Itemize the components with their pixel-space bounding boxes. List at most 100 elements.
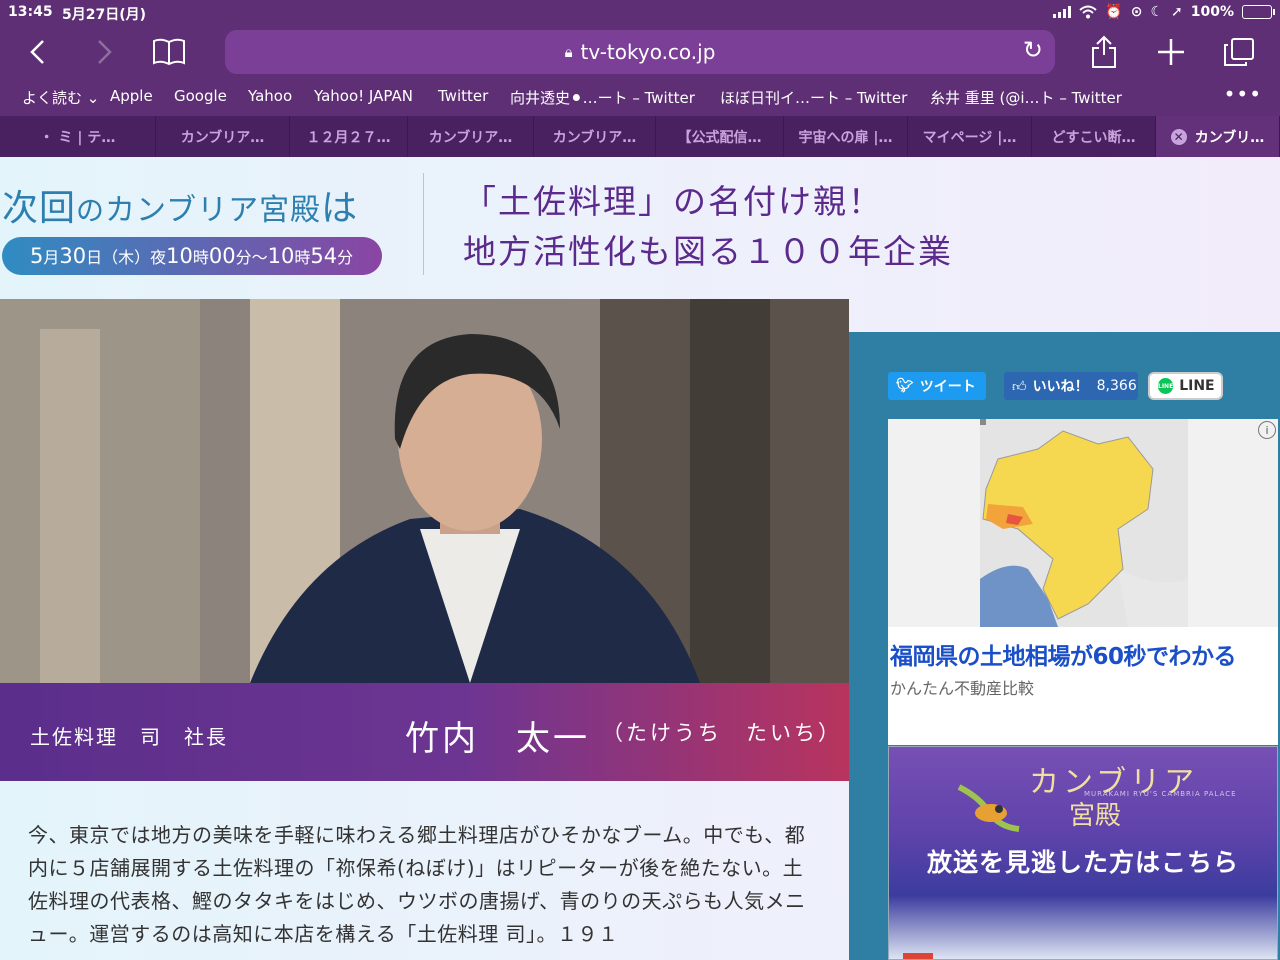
facebook-like-button[interactable]: 👍︎ いいね！ 8,366	[1004, 372, 1138, 400]
air-start-min: 00	[208, 244, 236, 268]
next-suffix: は	[321, 188, 359, 229]
battery-icon	[1242, 5, 1275, 19]
tab-label: マイページ |…	[922, 129, 1017, 146]
next-broadcast-title: 次回のカンブリア宮殿は	[2, 179, 358, 231]
new-tab-icon[interactable]	[1149, 30, 1193, 74]
bookmark-google[interactable]: Google	[174, 87, 227, 105]
fukuoka-map-illustration	[980, 419, 1188, 627]
tab-3[interactable]: １２月２７…	[290, 116, 408, 157]
air-day: 30	[59, 244, 87, 268]
tab-2[interactable]: カンブリア…	[156, 116, 290, 157]
status-date: 5月27日(月)	[62, 7, 147, 23]
air-weekday: （木）夜	[102, 248, 167, 267]
bookmark-twitter[interactable]: Twitter	[438, 87, 488, 105]
air-day-unit: 日	[86, 248, 103, 267]
guest-name: 竹内 太一	[405, 719, 590, 759]
tab-6[interactable]: 【公式配信…	[656, 116, 784, 157]
article-body: 今、東京では地方の美味を手軽に味わえる郷土料理店がひそかなブーム。中でも、都内に…	[28, 823, 806, 946]
tab-9[interactable]: どすこい断…	[1032, 116, 1156, 157]
header-divider	[423, 173, 424, 275]
ad-map-image	[888, 419, 1278, 627]
show-name: カンブリア宮殿	[105, 193, 322, 228]
tab-label: カンブリ…	[1194, 129, 1265, 146]
thumbs-up-icon: 👍︎	[1012, 378, 1027, 395]
address-text: tv-tokyo.co.jp	[580, 40, 716, 64]
bookmark-yahoo-japan[interactable]: Yahoo! JAPAN	[314, 87, 413, 105]
tweet-button[interactable]: 🐦︎ ツイート	[888, 372, 986, 400]
air-to: 分〜	[235, 248, 268, 267]
cambria-creature-icon	[957, 784, 1020, 832]
ad-info-icon[interactable]: i	[1258, 421, 1276, 439]
guest-caption: 土佐料理 司 社長 竹内 太一 （たけうち たいち）	[0, 683, 849, 781]
advertisement[interactable]: i 福岡県の土地相場が60秒でわかる かんたん不動産比較	[888, 419, 1278, 745]
ad-title-link[interactable]: 福岡県の土地相場が60秒でわかる	[890, 637, 1237, 671]
tab-label: 宇宙への扉 |…	[798, 129, 893, 146]
tabs-icon[interactable]	[1217, 30, 1261, 74]
bookmark-mukai-twitter[interactable]: 向井透史⚫︎…ート – Twitter	[510, 87, 695, 108]
ad-subtitle: かんたん不動産比較	[890, 679, 1035, 698]
air-month-unit: 月	[43, 248, 60, 267]
battery-percent: 100%	[1190, 4, 1234, 20]
browser-toolbar: 🔒︎ tv-tokyo.co.jp ↻	[0, 26, 1280, 80]
like-count: 8,366	[1096, 378, 1137, 394]
tab-label: 【公式配信…	[677, 129, 762, 146]
status-right: ⏰ ⊙ ☾ ➚ 100%	[1053, 4, 1275, 20]
line-icon: LINE	[1158, 378, 1174, 394]
banner-message: 放送を見逃した方はこちら	[927, 848, 1240, 877]
banner-logo-bottom: 宮殿	[1069, 801, 1122, 831]
line-label: LINE	[1179, 378, 1215, 394]
tab-active[interactable]: ✕ カンブリ…	[1156, 116, 1280, 157]
tab-label: カンブリア…	[552, 129, 637, 146]
airtime-badge: 5 月 30 日（木）夜 10 時 00 分〜 10 時 54 分	[2, 237, 382, 275]
tab-5[interactable]: カンブリア…	[534, 116, 656, 157]
missed-broadcast-banner[interactable]: カンブリア MURAKAMI RYU'S CAMBRIA PALACE 宮殿 放…	[888, 746, 1278, 960]
do-not-disturb-icon: ☾	[1150, 4, 1163, 20]
bookmark-itoi-twitter[interactable]: 糸井 重里 (@i…ト – Twitter	[930, 87, 1122, 108]
bookmark-apple[interactable]: Apple	[110, 87, 153, 105]
air-end-hour: 10	[267, 244, 295, 268]
guest-role: 土佐料理 司 社長	[30, 725, 228, 749]
tab-label: カンブリア…	[428, 129, 513, 146]
forward-icon[interactable]	[82, 30, 126, 74]
back-icon[interactable]	[16, 30, 60, 74]
share-icon[interactable]	[1082, 30, 1126, 74]
tab-label: １２月２７…	[306, 129, 391, 146]
bookmark-frequently-read[interactable]: よく読む ⌄	[22, 87, 99, 108]
cellular-signal-icon	[1053, 6, 1072, 18]
tab-bar: ・ ミ | テ… カンブリア… １２月２７… カンブリア… カンブリア… 【公式…	[0, 116, 1280, 157]
next-mid: の	[76, 194, 106, 227]
tab-4[interactable]: カンブリア…	[408, 116, 534, 157]
line-share-button[interactable]: LINE LINE	[1148, 372, 1223, 400]
guest-name-reading: （たけうち たいち）	[602, 721, 842, 745]
air-hour-unit: 時	[294, 248, 311, 267]
tab-1[interactable]: ・ ミ | テ…	[0, 116, 156, 157]
tab-7[interactable]: 宇宙への扉 |…	[784, 116, 908, 157]
air-start-hour: 10	[166, 244, 193, 268]
air-end-min: 54	[310, 244, 338, 268]
close-tab-icon[interactable]: ✕	[1170, 128, 1187, 145]
sidebar: 🐦︎ ツイート 👍︎ いいね！ 8,366 LINE LINE i 福岡県の土地…	[849, 332, 1280, 960]
browser-chrome: 13:45 5月27日(月) ⏰ ⊙ ☾ ➚ 100% 🔒︎ tv-tokyo.…	[0, 0, 1280, 157]
more-icon[interactable]: •••	[1224, 82, 1262, 106]
tab-8[interactable]: マイページ |…	[908, 116, 1032, 157]
bookmark-yahoo[interactable]: Yahoo	[248, 87, 292, 105]
headline-line-2: 地方活性化も図る１００年企業	[463, 232, 953, 271]
tab-label: どすこい断…	[1051, 129, 1136, 146]
bookmark-hobonichi-twitter[interactable]: ほぼ日刊イ…ート – Twitter	[720, 87, 907, 108]
status-bar: 13:45 5月27日(月) ⏰ ⊙ ☾ ➚ 100%	[0, 0, 1280, 26]
tab-label: カンブリア…	[180, 129, 265, 146]
wifi-icon	[1079, 5, 1097, 19]
twitter-bird-icon: 🐦︎	[896, 378, 914, 394]
air-hour-unit: 時	[192, 248, 209, 267]
reload-icon[interactable]: ↻	[1023, 36, 1043, 64]
tweet-label: ツイート	[919, 379, 976, 395]
air-min-unit: 分	[337, 248, 354, 267]
bookmarks-icon[interactable]	[147, 30, 191, 74]
alarm-icon: ⏰	[1105, 4, 1123, 20]
tab-label: ・ ミ | テ…	[39, 129, 116, 146]
orientation-lock-icon: ⊙	[1130, 4, 1143, 20]
address-bar[interactable]: 🔒︎ tv-tokyo.co.jp ↻	[225, 30, 1055, 74]
location-icon: ➚	[1171, 4, 1183, 20]
headline-line-1: 「土佐料理」の名付け親！	[463, 182, 883, 221]
web-page: 次回のカンブリア宮殿は 5 月 30 日（木）夜 10 時 00 分〜 10 時 54 分 「土佐料理…	[0, 157, 1280, 960]
